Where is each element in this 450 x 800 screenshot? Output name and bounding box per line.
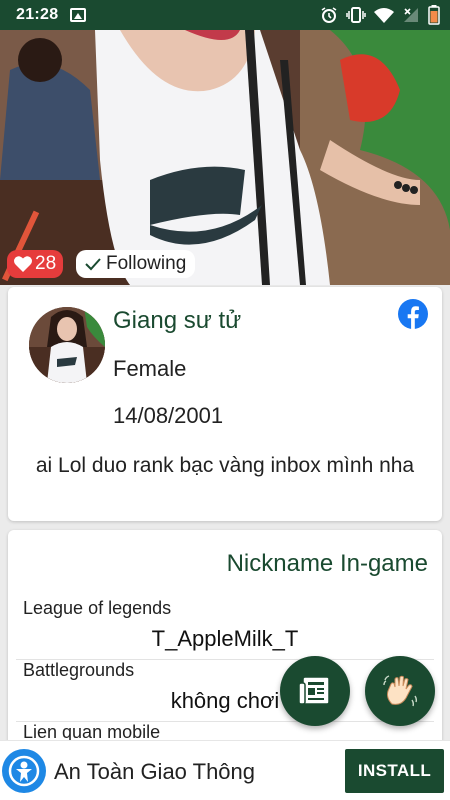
wave-button[interactable]	[365, 656, 435, 726]
profile-photo-illustration	[0, 30, 450, 285]
ad-banner[interactable]: An Toàn Giao Thông INSTALL	[0, 740, 450, 800]
battery-icon	[428, 5, 440, 25]
game-name: League of legends	[23, 598, 172, 618]
alarm-icon	[321, 7, 337, 23]
profile-gender: Female	[113, 356, 187, 381]
facebook-icon[interactable]	[398, 299, 428, 329]
following-button[interactable]: Following	[76, 250, 196, 278]
wifi-icon	[374, 8, 394, 23]
status-time: 21:28	[16, 6, 59, 23]
profile-name: Giang sư tử	[113, 307, 242, 334]
like-count-badge[interactable]: 28	[7, 250, 64, 278]
profile-birthday: 14/08/2001	[113, 403, 224, 428]
following-label: Following	[106, 253, 187, 274]
status-bar: 21:28	[0, 0, 450, 30]
ad-title: An Toàn Giao Thông	[54, 759, 256, 784]
game-row: League of legends T_AppleMilk_T	[16, 598, 434, 660]
game-nickname: T_AppleMilk_T	[151, 626, 299, 651]
article-button[interactable]	[280, 656, 350, 726]
article-icon	[298, 676, 330, 705]
avatar-image	[29, 307, 105, 383]
traffic-safety-logo-icon	[2, 749, 46, 793]
status-icons	[320, 5, 440, 25]
nickname-card: Nickname In-game League of legends T_App…	[8, 530, 442, 760]
install-button[interactable]: INSTALL	[345, 749, 444, 793]
traffic-safety-logo-glyph	[8, 755, 40, 787]
image-icon	[70, 8, 87, 22]
wave-hand-icon	[383, 675, 417, 707]
nickname-section-title: Nickname In-game	[226, 550, 428, 577]
like-count: 28	[35, 253, 57, 274]
check-icon	[85, 258, 101, 271]
profile-photo[interactable]	[0, 30, 450, 285]
profile-bio: ai Lol duo rank bạc vàng inbox mình nha	[35, 454, 415, 477]
vibrate-icon	[346, 7, 366, 23]
profile-card: Giang sư tử Female 14/08/2001 ai Lol duo…	[8, 287, 442, 521]
heart-icon	[14, 256, 32, 272]
game-name: Battlegrounds	[23, 660, 135, 680]
no-signal-icon	[404, 8, 418, 22]
avatar[interactable]	[29, 307, 105, 383]
